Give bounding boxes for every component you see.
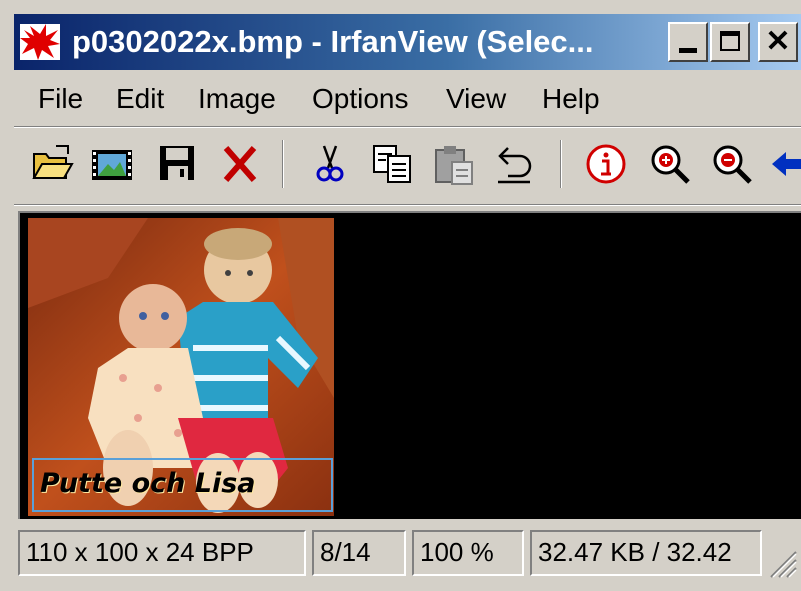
open-folder-icon: [32, 145, 74, 179]
info-icon: [586, 144, 626, 184]
menu-file[interactable]: File: [38, 82, 83, 116]
slideshow-icon: [92, 150, 132, 180]
delete-button[interactable]: [218, 142, 262, 186]
menu-edit[interactable]: Edit: [116, 82, 164, 116]
save-icon: [160, 146, 194, 180]
menu-image[interactable]: Image: [198, 82, 276, 116]
toolbar-separator: [282, 140, 284, 188]
minimize-icon: [679, 48, 697, 53]
save-button[interactable]: [156, 142, 200, 186]
previous-icon: [772, 152, 801, 176]
info-button[interactable]: [584, 142, 628, 186]
status-bar: 110 x 100 x 24 BPP 8/14 100 % 32.47 KB /…: [14, 526, 801, 586]
delete-icon: [223, 146, 257, 182]
image-viewport[interactable]: Putte och Lisa: [18, 211, 801, 519]
copy-button[interactable]: [370, 142, 414, 186]
close-button[interactable]: ✕: [758, 22, 798, 62]
toolbar-separator: [560, 140, 562, 188]
resize-grip-icon[interactable]: [763, 544, 797, 578]
irfanview-window: p0302022x.bmp - IrfanView (Selec... ✕ Fi…: [0, 0, 801, 591]
toolbar: [14, 132, 801, 202]
cut-icon: [316, 145, 344, 182]
window-title: p0302022x.bmp - IrfanView (Selec...: [72, 24, 594, 59]
selection-rectangle[interactable]: Putte och Lisa: [32, 458, 333, 512]
image-caption-text: Putte och Lisa: [40, 468, 256, 499]
menu-view[interactable]: View: [446, 82, 506, 116]
copy-icon: [373, 145, 411, 183]
undo-button[interactable]: [492, 142, 536, 186]
minimize-button[interactable]: [668, 22, 708, 62]
zoom-out-icon: [713, 145, 752, 184]
close-icon: ✕: [765, 25, 791, 58]
menu-bar: File Edit Image Options View Help: [14, 76, 801, 122]
paste-icon: [435, 146, 473, 185]
menu-help[interactable]: Help: [542, 82, 600, 116]
irfanview-app-icon[interactable]: [20, 24, 60, 60]
zoom-out-button[interactable]: [710, 142, 754, 186]
status-zoom: 100 %: [412, 530, 524, 576]
maximize-button[interactable]: [710, 22, 750, 62]
title-bar[interactable]: p0302022x.bmp - IrfanView (Selec... ✕: [14, 14, 801, 70]
paste-button[interactable]: [432, 142, 476, 186]
zoom-in-icon: [651, 145, 690, 184]
status-dimensions: 110 x 100 x 24 BPP: [18, 530, 306, 576]
previous-button[interactable]: [768, 142, 801, 186]
zoom-in-button[interactable]: [648, 142, 692, 186]
status-file-size: 32.47 KB / 32.42: [530, 530, 762, 576]
undo-icon: [498, 147, 532, 184]
maximize-icon: [720, 31, 740, 51]
open-button[interactable]: [30, 142, 74, 186]
cut-button[interactable]: [308, 142, 352, 186]
status-image-index: 8/14: [312, 530, 406, 576]
toolbar-divider: [14, 204, 801, 206]
slideshow-button[interactable]: [90, 142, 134, 186]
menu-divider: [14, 126, 801, 128]
menu-options[interactable]: Options: [312, 82, 409, 116]
